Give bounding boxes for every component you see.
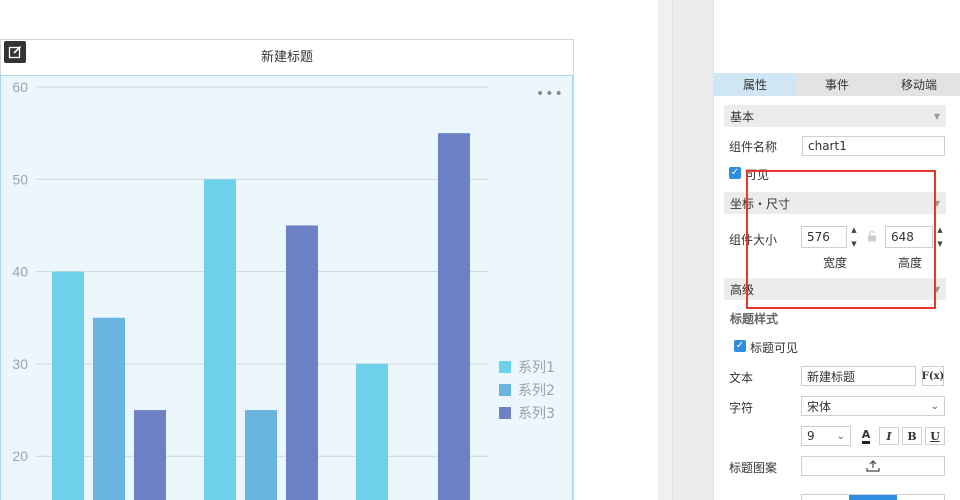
- section-advanced-label: 高级: [730, 282, 755, 297]
- font-size-value: 9: [807, 429, 815, 443]
- tab-mobile[interactable]: 移动端: [878, 73, 960, 96]
- canvas-margin: [574, 0, 658, 500]
- height-input[interactable]: 648: [885, 226, 933, 248]
- collapse-arrow-icon[interactable]: ▼: [934, 285, 940, 294]
- formula-button[interactable]: F(x): [922, 366, 944, 386]
- legend-label: 系列3: [518, 406, 555, 422]
- y-tick-label: 40: [12, 264, 28, 280]
- y-tick-label: 20: [12, 448, 28, 464]
- bar: [356, 363, 388, 500]
- align-center-option[interactable]: [849, 495, 897, 500]
- more-options-icon[interactable]: •••: [536, 86, 564, 102]
- property-tabs: 属性 事件 移动端: [714, 73, 960, 96]
- underline-button[interactable]: U: [925, 427, 945, 445]
- visible-label: 可见: [745, 168, 770, 182]
- chevron-down-icon[interactable]: ⌄: [837, 431, 845, 442]
- chevron-down-icon[interactable]: ▼: [934, 239, 946, 249]
- section-position-size[interactable]: 坐标・尺寸 ▼: [724, 192, 946, 214]
- height-caption: 高度: [898, 256, 923, 270]
- font-color-icon: A: [861, 428, 871, 444]
- title-text-input[interactable]: 新建标题: [801, 366, 916, 386]
- y-tick-label: 50: [12, 171, 28, 187]
- bar: [93, 317, 125, 500]
- title-style-label: 标题样式: [730, 312, 779, 326]
- section-advanced[interactable]: 高级 ▼: [724, 278, 946, 300]
- bar: [245, 410, 277, 500]
- component-name-input[interactable]: chart1: [802, 136, 945, 156]
- alignment-selector[interactable]: [801, 494, 945, 500]
- bar: [52, 271, 84, 500]
- bold-button[interactable]: B: [902, 427, 922, 445]
- y-tick-label: 60: [12, 79, 28, 95]
- width-stepper[interactable]: ▲ ▼: [848, 225, 860, 249]
- chevron-down-icon[interactable]: ⌄: [931, 401, 939, 412]
- width-caption: 宽度: [823, 256, 848, 270]
- italic-button[interactable]: I: [879, 427, 899, 445]
- title-visible-checkbox[interactable]: ✓: [734, 340, 746, 352]
- bar-chart: 20 30 40 50 60 系列1 系列2 系列3: [12, 79, 555, 500]
- font-label: 字符: [729, 401, 754, 415]
- text-label: 文本: [729, 371, 754, 385]
- align-right-option[interactable]: [897, 495, 944, 500]
- widget-title: 新建标题: [260, 50, 313, 65]
- bar: [286, 225, 318, 500]
- legend-label: 系列1: [518, 360, 555, 376]
- font-select-value: 宋体: [807, 399, 832, 414]
- collapse-arrow-icon[interactable]: ▼: [934, 112, 940, 121]
- tab-attributes[interactable]: 属性: [714, 73, 796, 96]
- legend-label: 系列2: [518, 383, 555, 399]
- legend-swatch: [499, 384, 511, 396]
- visible-checkbox[interactable]: ✓: [729, 167, 741, 179]
- upload-pattern-button[interactable]: [801, 456, 945, 476]
- bar: [134, 410, 166, 500]
- component-size-label: 组件大小: [729, 233, 778, 247]
- upload-icon: [866, 460, 880, 472]
- align-left-option[interactable]: [802, 495, 849, 500]
- component-name-label: 组件名称: [729, 140, 778, 154]
- section-position-size-label: 坐标・尺寸: [730, 196, 791, 211]
- chevron-up-icon[interactable]: ▲: [848, 225, 860, 235]
- section-basic-label: 基本: [730, 109, 755, 124]
- title-pattern-label: 标题图案: [729, 461, 778, 475]
- width-input[interactable]: 576: [801, 226, 847, 248]
- panel-divider-strip: [672, 0, 714, 500]
- title-visible-label: 标题可见: [750, 341, 799, 355]
- font-select[interactable]: 宋体 ⌄: [801, 396, 945, 416]
- height-stepper[interactable]: ▲ ▼: [934, 225, 946, 249]
- bar: [438, 133, 470, 500]
- font-color-button[interactable]: A: [856, 427, 876, 445]
- collapse-arrow-icon[interactable]: ▼: [934, 199, 940, 208]
- chevron-up-icon[interactable]: ▲: [934, 225, 946, 235]
- y-tick-label: 30: [12, 356, 28, 372]
- bar: [204, 179, 236, 500]
- legend-swatch: [499, 361, 511, 373]
- tab-events[interactable]: 事件: [796, 73, 878, 96]
- lock-icon[interactable]: [866, 230, 878, 242]
- section-basic[interactable]: 基本 ▼: [724, 105, 946, 127]
- legend-swatch: [499, 407, 511, 419]
- chevron-down-icon[interactable]: ▼: [848, 239, 860, 249]
- font-size-select[interactable]: 9 ⌄: [801, 426, 851, 446]
